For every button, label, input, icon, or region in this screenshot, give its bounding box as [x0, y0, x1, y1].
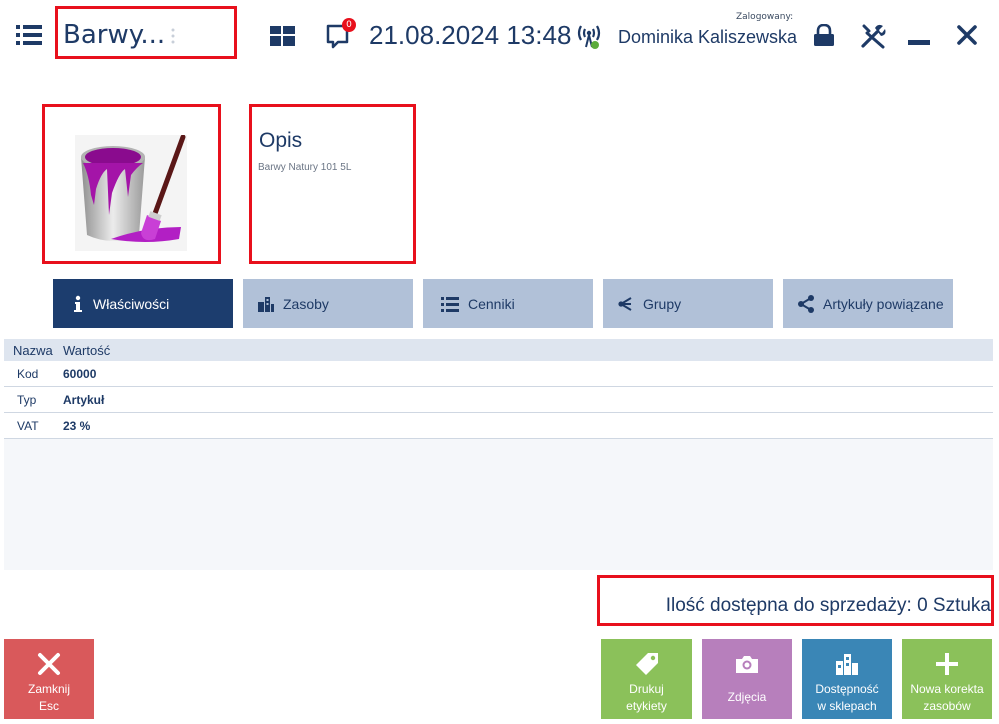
close-window-icon[interactable] — [956, 24, 978, 46]
column-header-name[interactable]: Nazwa — [13, 343, 53, 358]
table-row[interactable]: Kod 60000 — [4, 361, 993, 387]
buildings-icon — [836, 654, 858, 675]
share-icon — [798, 295, 814, 313]
user-name[interactable]: Dominika Kaliszewska — [618, 27, 797, 48]
tools-icon[interactable] — [860, 23, 886, 49]
lock-icon[interactable] — [812, 24, 836, 46]
tab-groups-label: Grupy — [643, 296, 682, 312]
close-icon — [38, 653, 60, 675]
column-header-value[interactable]: Wartość — [63, 343, 110, 358]
table-row[interactable]: Typ Artykuł — [4, 387, 993, 413]
availability-box: Ilość dostępna do sprzedaży: 0 Sztuka — [597, 575, 994, 626]
buildings-icon — [258, 297, 274, 312]
close-button-label: Zamknij Esc — [4, 681, 94, 715]
print-labels-line2: etykiety — [626, 699, 667, 713]
top-bar: Barwy... 0 21.08.2024 13:48 Zalogowany: … — [0, 0, 999, 72]
connection-status-icon[interactable] — [576, 22, 602, 50]
more-options-icon[interactable] — [171, 28, 175, 44]
tab-properties-label: Właściwości — [93, 296, 170, 312]
close-button-line1: Zamknij — [27, 682, 70, 696]
availability-label: Ilość dostępna do sprzedaży: — [665, 595, 912, 616]
print-labels-label: Drukuj etykiety — [601, 681, 692, 715]
store-availability-line1: Dostępność — [815, 682, 879, 696]
tab-resources[interactable]: Zasoby — [243, 279, 413, 328]
tag-icon — [635, 653, 658, 675]
properties-grid[interactable]: Nazwa Wartość Kod 60000 Typ Artykuł VAT … — [4, 339, 993, 570]
photos-button[interactable]: Zdjęcia — [702, 639, 792, 719]
grid-header: Nazwa Wartość — [4, 339, 993, 361]
tab-price-lists[interactable]: Cenniki — [423, 279, 593, 328]
row-name: VAT — [17, 419, 39, 433]
print-labels-line1: Drukuj — [629, 682, 664, 696]
window-title-box[interactable]: Barwy... — [55, 6, 237, 59]
plus-icon — [936, 653, 958, 675]
notification-count-badge: 0 — [342, 18, 356, 32]
minimize-button[interactable] — [908, 40, 930, 45]
tab-groups[interactable]: Grupy — [603, 279, 773, 328]
window-title: Barwy... — [63, 20, 166, 50]
logged-in-label: Zalogowany: — [736, 12, 794, 22]
new-stock-correction-line2: zasobów — [923, 699, 971, 713]
store-availability-button[interactable]: Dostępność w sklepach — [802, 639, 892, 719]
store-availability-line2: w sklepach — [817, 699, 877, 713]
list-icon — [441, 297, 459, 312]
close-button[interactable]: Zamknij Esc — [4, 639, 94, 719]
description-title: Opis — [259, 129, 303, 152]
windows-grid-icon[interactable] — [270, 26, 295, 46]
photos-line1: Zdjęcia — [727, 690, 767, 704]
row-value: 60000 — [63, 367, 97, 381]
row-name: Typ — [17, 393, 37, 407]
tab-properties[interactable]: Właściwości — [53, 279, 233, 328]
row-value: Artykuł — [63, 393, 105, 407]
tab-related-articles[interactable]: Artykuły powiązane — [783, 279, 953, 328]
availability-value: 0 Sztuka — [917, 595, 991, 616]
row-value: 23 % — [63, 419, 91, 433]
close-button-shortcut: Esc — [38, 699, 59, 713]
table-row[interactable]: VAT 23 % — [4, 413, 993, 439]
print-labels-button[interactable]: Drukuj etykiety — [601, 639, 692, 719]
description-box[interactable]: Opis Barwy Natury 101 5L — [249, 104, 416, 264]
photos-label: Zdjęcia — [702, 689, 792, 706]
group-icon — [618, 297, 632, 311]
info-icon — [74, 295, 82, 312]
store-availability-label: Dostępność w sklepach — [802, 681, 892, 715]
tab-related-articles-label: Artykuły powiązane — [823, 296, 944, 312]
description-text: Barwy Natury 101 5L — [258, 162, 352, 173]
tab-resources-label: Zasoby — [283, 296, 329, 312]
product-image-box[interactable] — [42, 104, 221, 264]
current-datetime: 21.08.2024 13:48 — [369, 20, 572, 50]
paint-bucket-image — [75, 135, 187, 251]
availability-text: Ilość dostępna do sprzedaży: 0 Sztuka — [666, 595, 991, 617]
camera-icon — [736, 656, 758, 673]
hamburger-menu-icon[interactable] — [16, 24, 42, 46]
new-stock-correction-label: Nowa korekta zasobów — [902, 681, 992, 715]
new-stock-correction-line1: Nowa korekta — [910, 682, 984, 696]
tab-price-lists-label: Cenniki — [468, 296, 515, 312]
new-stock-correction-button[interactable]: Nowa korekta zasobów — [902, 639, 992, 719]
row-name: Kod — [17, 367, 39, 381]
